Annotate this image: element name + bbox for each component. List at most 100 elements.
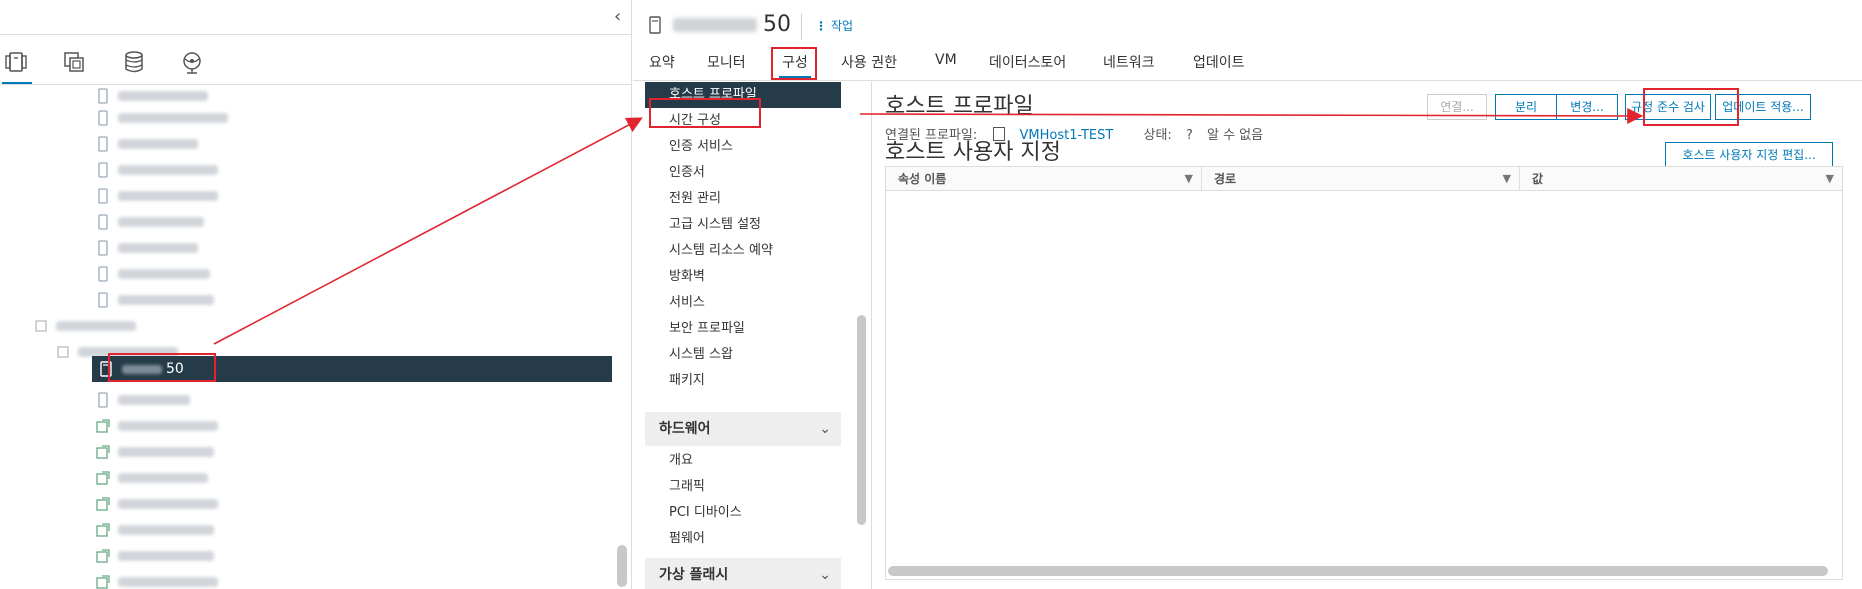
networking-icon[interactable]: [180, 50, 204, 74]
actions-menu[interactable]: ⋮ 작업: [815, 17, 853, 34]
blurred-item-name: [118, 191, 218, 201]
attach-button[interactable]: 연결...: [1427, 94, 1487, 120]
blurred-item-name: [118, 243, 198, 253]
configure-subnav: 구성 호스트 프로파일 시간 구성 인증 서비스 인증서 전원 관리 고급 시스…: [645, 82, 845, 589]
blurred-item-name: [118, 139, 198, 149]
chevron-down-icon: ⌄: [819, 567, 831, 583]
subnav-power-management[interactable]: 전원 관리: [645, 186, 841, 212]
tree-item[interactable]: [96, 414, 226, 438]
subnav-firewall[interactable]: 방화벽: [645, 264, 841, 290]
subnav-pci-devices[interactable]: PCI 디바이스: [645, 500, 841, 526]
tree-item[interactable]: [96, 106, 236, 130]
subnav-security-profile[interactable]: 보안 프로파일: [645, 316, 841, 342]
blurred-item-name: [118, 165, 218, 175]
column-property-name[interactable]: 속성 이름 ▼: [886, 167, 1202, 191]
tree-item[interactable]: [96, 570, 226, 589]
subnav-certificate[interactable]: 인증서: [645, 160, 841, 186]
blurred-item-name: [118, 395, 190, 405]
blurred-host-name: [673, 18, 757, 32]
tab-networks[interactable]: 네트워크: [1103, 52, 1155, 72]
filter-icon[interactable]: ▼: [1185, 167, 1193, 191]
tab-vms[interactable]: VM: [935, 52, 957, 68]
subnav-graphics[interactable]: 그래픽: [645, 474, 841, 500]
subnav-firmware[interactable]: 펌웨어: [645, 526, 841, 552]
selected-host-row[interactable]: 50: [92, 356, 612, 382]
host-icon: [96, 188, 110, 204]
tab-monitor[interactable]: 모니터: [707, 52, 746, 72]
host-profile-title: 호스트 프로파일: [885, 94, 1034, 119]
tab-datastores[interactable]: 데이터스토어: [989, 52, 1066, 72]
status-value: 알 수 없음: [1206, 128, 1264, 143]
blurred-item-name: [118, 447, 214, 457]
page-title: 50: [649, 12, 791, 37]
tree-item[interactable]: [96, 544, 222, 568]
chevron-down-icon: ⌄: [819, 421, 831, 437]
subnav-scrollbar[interactable]: [857, 315, 866, 525]
blurred-item-name: [118, 269, 210, 279]
subnav-host-profile[interactable]: 호스트 프로파일: [645, 82, 841, 108]
vms-templates-icon[interactable]: [62, 50, 86, 74]
filter-icon[interactable]: ▼: [1503, 167, 1511, 191]
host-icon: [96, 88, 110, 104]
tree-item[interactable]: [96, 518, 222, 542]
column-path[interactable]: 경로 ▼: [1202, 167, 1520, 191]
host-icon: [96, 392, 110, 408]
host-icon: [96, 266, 110, 282]
tree-item[interactable]: [96, 132, 206, 156]
check-compliance-button[interactable]: 규정 준수 검사: [1625, 94, 1711, 120]
collapse-panel-icon[interactable]: ‹: [614, 6, 621, 27]
tree-item[interactable]: [96, 84, 216, 108]
tab-configure[interactable]: 구성: [782, 52, 808, 72]
vm-icon: [96, 496, 110, 512]
datacenter-icon: [34, 318, 48, 334]
blurred-host-name: [122, 365, 162, 374]
divider: [633, 80, 1862, 81]
tree-item[interactable]: [96, 492, 226, 516]
group-label: 가상 플래시: [659, 567, 729, 583]
tree-item[interactable]: [96, 388, 198, 412]
column-value[interactable]: 값 ▼: [1520, 167, 1842, 191]
divider: [871, 82, 872, 589]
tree-item[interactable]: [34, 314, 144, 338]
cluster-icon: [56, 344, 70, 360]
tree-item[interactable]: [96, 236, 206, 260]
subnav-group-virtual-flash[interactable]: 가상 플래시 ⌄: [645, 558, 841, 589]
edit-host-customizations-button[interactable]: 호스트 사용자 지정 편집...: [1665, 142, 1833, 168]
subnav-authentication[interactable]: 인증 서비스: [645, 134, 841, 160]
subnav-services[interactable]: 서비스: [645, 290, 841, 316]
tree-item[interactable]: [96, 288, 222, 312]
tree-item[interactable]: [96, 440, 222, 464]
blurred-item-name: [118, 577, 218, 587]
tree-item[interactable]: [96, 158, 226, 182]
grid-header: 속성 이름 ▼ 경로 ▼ 값 ▼: [886, 167, 1842, 191]
subnav-group-hardware[interactable]: 하드웨어 ⌄: [645, 412, 841, 446]
vm-icon: [96, 470, 110, 486]
tree-scrollbar[interactable]: [617, 545, 627, 587]
grid-horizontal-scrollbar[interactable]: [888, 566, 1828, 576]
change-button[interactable]: 변경...: [1556, 94, 1618, 120]
filter-icon[interactable]: ▼: [1826, 167, 1834, 191]
tree-item[interactable]: [96, 466, 216, 490]
detach-button[interactable]: 분리: [1495, 94, 1557, 120]
tree-item[interactable]: [96, 210, 212, 234]
storage-icon[interactable]: [122, 50, 146, 74]
subnav-time-configuration[interactable]: 시간 구성: [645, 108, 841, 134]
host-icon: [96, 214, 110, 230]
blurred-item-name: [118, 217, 204, 227]
subnav-overview[interactable]: 개요: [645, 448, 841, 474]
hosts-clusters-icon[interactable]: [4, 50, 28, 74]
more-vertical-icon: ⋮: [815, 19, 827, 33]
subnav-packages[interactable]: 패키지: [645, 368, 841, 394]
customizations-grid: 속성 이름 ▼ 경로 ▼ 값 ▼: [885, 166, 1843, 580]
tree-item[interactable]: [96, 184, 226, 208]
tab-summary[interactable]: 요약: [649, 52, 675, 72]
blurred-item-name: [118, 499, 218, 509]
subnav-resource-allocation[interactable]: 시스템 리소스 예약: [645, 238, 841, 264]
vm-icon: [96, 522, 110, 538]
tree-item[interactable]: [96, 262, 218, 286]
tab-permissions[interactable]: 사용 권한: [841, 52, 897, 72]
subnav-advanced-settings[interactable]: 고급 시스템 설정: [645, 212, 841, 238]
tab-updates[interactable]: 업데이트: [1193, 52, 1245, 72]
remediate-button[interactable]: 업데이트 적용...: [1715, 94, 1811, 120]
subnav-system-swap[interactable]: 시스템 스왑: [645, 342, 841, 368]
